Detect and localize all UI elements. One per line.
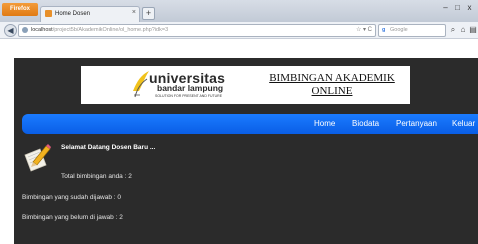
- tab-close-icon[interactable]: ×: [132, 9, 136, 16]
- site-title: BIMBINGAN AKADEMIK ONLINE: [264, 72, 400, 98]
- search-magnifier-icon[interactable]: ⌕: [448, 24, 458, 35]
- address-bar[interactable]: localhost/project5b/AkademikOnline/ol_ho…: [18, 24, 376, 37]
- new-tab-button[interactable]: +: [142, 7, 155, 20]
- tab-favicon-icon: [45, 10, 52, 17]
- url-host: localhost: [31, 27, 53, 33]
- logo-sub-text: bandar lampung: [157, 83, 224, 93]
- tab-title: Home Dosen: [55, 11, 91, 17]
- bookmarks-icon[interactable]: ▤: [468, 24, 478, 35]
- menu-item-biodata[interactable]: Biodata: [352, 114, 379, 134]
- site-title-line2: ONLINE: [311, 85, 353, 97]
- header-banner: universitas bandar lampung SOLUTION FOR …: [81, 66, 410, 104]
- back-arrow-icon[interactable]: ◀: [4, 24, 17, 37]
- page-top-margin: [0, 39, 478, 58]
- close-window-button[interactable]: x: [464, 2, 475, 13]
- url-tools-icons[interactable]: ☆ ▾ C: [356, 25, 372, 36]
- url-path: /project5b/AkademikOnline/ol_home.php?id…: [52, 27, 169, 33]
- menu-item-home[interactable]: Home: [314, 114, 335, 134]
- university-logo: universitas bandar lampung SOLUTION FOR …: [131, 69, 261, 101]
- home-icon[interactable]: ⌂: [458, 24, 468, 35]
- main-menu-bar: Home Biodata Pertanyaan Keluar: [22, 114, 478, 134]
- minimize-button[interactable]: –: [440, 2, 451, 13]
- maximize-button[interactable]: □: [452, 2, 463, 13]
- welcome-heading: Selamat Datang Dosen Baru ...: [61, 144, 156, 151]
- answered-guidance-text: Bimbingan yang sudah dijawab : 0: [22, 194, 122, 201]
- menu-item-pertanyaan[interactable]: Pertanyaan: [396, 114, 437, 134]
- menu-item-keluar[interactable]: Keluar: [452, 114, 475, 134]
- pencil-paper-icon: [24, 144, 51, 172]
- total-guidance-text: Total bimbingan anda : 2: [61, 173, 132, 180]
- site-identity-icon[interactable]: [22, 27, 28, 33]
- browser-title-bar: Firefox Home Dosen × + – □ x: [0, 0, 478, 22]
- search-input[interactable]: g Google: [378, 24, 446, 37]
- tab-home-dosen[interactable]: Home Dosen ×: [40, 6, 140, 22]
- firefox-menu-button[interactable]: Firefox: [2, 3, 38, 16]
- unanswered-guidance-text: Bimbingan yang belum di jawab : 2: [22, 214, 123, 221]
- logo-tagline: SOLUTION FOR PRESENT AND FUTURE: [155, 94, 223, 98]
- google-search-icon: g: [382, 27, 386, 33]
- bird-wing-logo-icon: [133, 71, 149, 98]
- browser-nav-bar: ◀ localhost/project5b/AkademikOnline/ol_…: [0, 22, 478, 39]
- search-placeholder: Google: [390, 27, 408, 33]
- site-title-line1: BIMBINGAN AKADEMIK: [269, 72, 395, 84]
